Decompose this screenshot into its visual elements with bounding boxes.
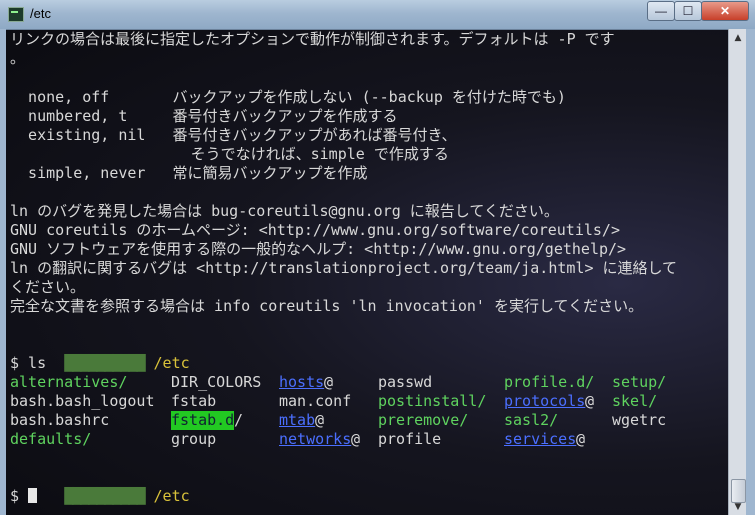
prompt-symbol: $ [10,487,29,505]
ls-entry-highlighted: fstab.d [171,411,235,430]
scroll-down-icon[interactable]: ▼ [729,498,747,515]
maximize-button[interactable]: ☐ [674,1,702,21]
ls-entry: passwd [378,373,433,391]
output-line: ください。 [10,278,86,296]
prompt-path: /etc [153,487,190,505]
ls-entry: skel/ [612,392,658,410]
ls-entry: postinstall/ [378,392,487,410]
terminal-icon [8,7,24,22]
input-line[interactable]: $ [10,487,38,506]
prompt-path: /etc [153,354,190,372]
command-line: $ ls [10,354,47,372]
ls-entry: setup/ [612,373,667,391]
ls-entry: group [171,430,217,448]
ls-entry: profile [378,430,442,448]
window-frame-right [746,29,755,515]
output-line: 。 [10,49,26,67]
ls-dir-marker: / [234,411,244,429]
ls-entry: bash.bashrc [10,411,110,429]
ls-entry: preremove/ [378,411,469,429]
ls-entry: fstab [171,392,217,410]
terminal-output[interactable]: リンクの場合は最後に指定したオプションで動作が制御されます。デフォルトは -P … [6,29,728,515]
output-line: numbered, t 番号付きバックアップを作成する [10,107,398,125]
ls-symlink-marker: @ [585,392,595,410]
vertical-scrollbar[interactable]: ▲ ▼ [728,29,747,515]
ls-symlink-marker: @ [324,373,334,391]
output-line: GNU coreutils のホームページ: <http://www.gnu.o… [10,221,620,239]
output-line: existing, nil 番号付きバックアップがあれば番号付き、 [10,126,457,144]
output-line: simple, never 常に簡易バックアップを作成 [10,164,368,182]
output-line: 完全な文書を参照する場合は info coreutils 'ln invocat… [10,297,644,315]
ls-entry: hosts [279,373,325,391]
ls-entry: sasl2/ [504,411,559,429]
ls-entry: profile.d/ [504,373,595,391]
ls-symlink-marker: @ [576,430,586,448]
output-line: リンクの場合は最後に指定したオプションで動作が制御されます。デフォルトは -P … [10,30,615,48]
ls-entry: DIR_COLORS [171,373,262,391]
ls-entry: bash.bash_logout [10,392,155,410]
ls-entry: protocols [504,392,586,410]
ls-entry: networks [279,430,352,448]
minimize-button[interactable]: — [647,1,675,21]
ls-entry: services [504,430,577,448]
scroll-up-icon[interactable]: ▲ [729,29,747,46]
ls-symlink-marker: @ [351,430,361,448]
output-line: そうでなければ、simple で作成する [10,145,449,163]
ls-entry: wgetrc [612,411,667,429]
output-line: ln の翻訳に関するバグは <http://translationproject… [10,259,678,277]
title-bar[interactable]: /etc — ☐ ✕ [0,0,755,30]
close-button[interactable]: ✕ [701,1,749,21]
text-cursor [28,488,38,503]
output-line: GNU ソフトウェアを使用する際の一般的なヘルプ: <http://www.gn… [10,240,627,258]
output-line: ln のバグを発見した場合は bug-coreutils@gnu.org に報告… [10,202,559,220]
ls-entry: mtab [279,411,316,429]
ls-entry: alternatives/ [10,373,128,391]
terminal-window: /etc — ☐ ✕ リンクの場合は最後に指定したオプションで動作が制御されます… [0,0,755,515]
prompt-user: ██████████ [64,354,145,372]
output-line: none, off バックアップを作成しない (--backup を付けた時でも… [10,88,566,106]
window-title: /etc [30,6,51,21]
ls-entry: man.conf [279,392,352,410]
ls-symlink-marker: @ [315,411,325,429]
ls-entry: defaults/ [10,430,92,448]
prompt-user: ██████████ [64,487,145,505]
